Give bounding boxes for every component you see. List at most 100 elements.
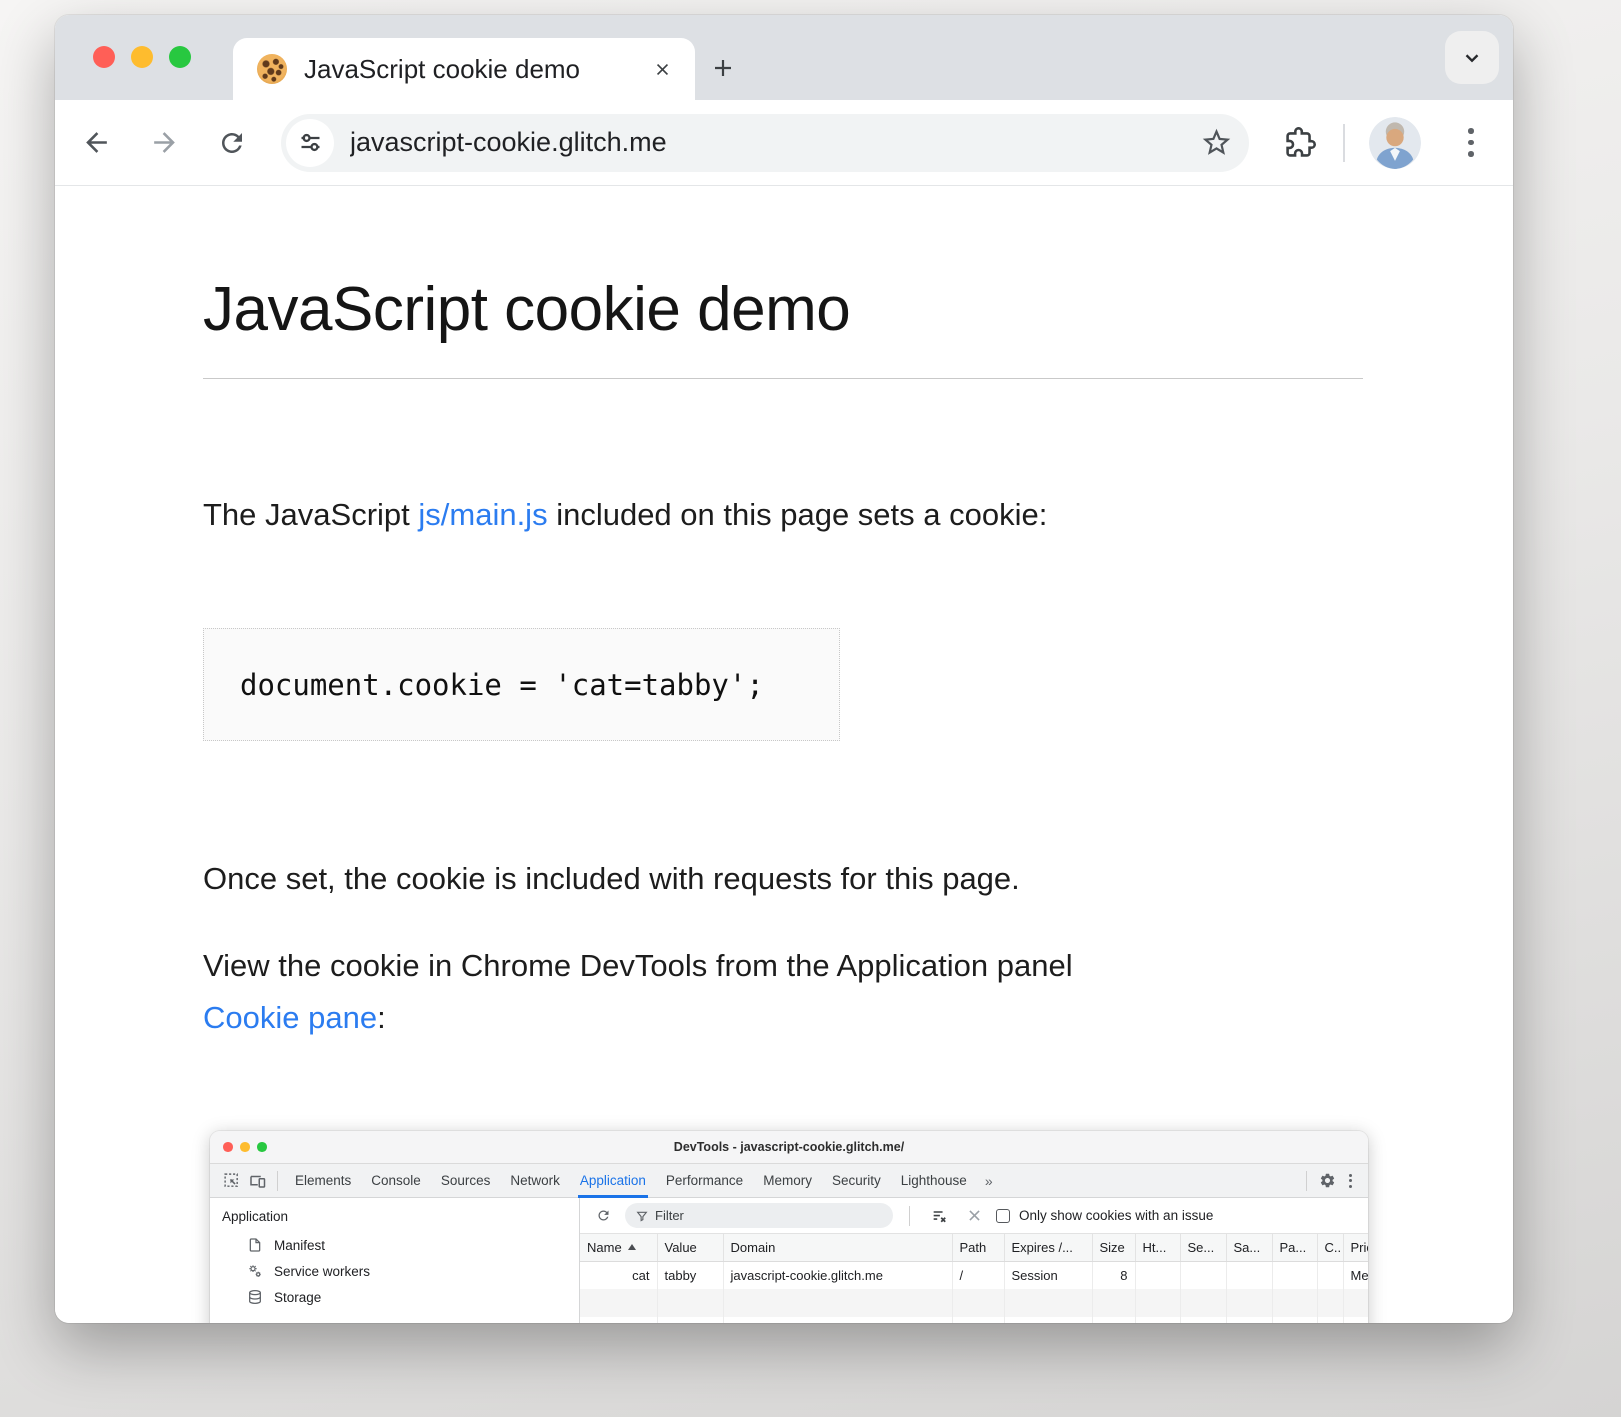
cookies-toolbar: Filter Only show cookies with an issue <box>580 1198 1368 1234</box>
column-header-value: Value <box>657 1234 723 1261</box>
devtools-tab-elements: Elements <box>285 1164 361 1198</box>
cookie-domain-cell: javascript-cookie.glitch.me <box>723 1261 952 1289</box>
sidebar-header-application: Application <box>210 1207 579 1232</box>
intro-text-before: The JavaScript <box>203 497 418 532</box>
main-js-link[interactable]: js/main.js <box>418 497 547 532</box>
plus-icon <box>711 56 735 80</box>
cookie-expires-cell: Session <box>1004 1261 1092 1289</box>
devtools-more-tabs-button: » <box>977 1173 1001 1189</box>
devtools-body: Application Manifest Service workers <box>210 1198 1368 1323</box>
devtools-tab-performance: Performance <box>656 1164 753 1198</box>
toolbar-divider <box>1343 124 1345 162</box>
column-header-path: Path <box>952 1234 1004 1261</box>
browser-toolbar: javascript-cookie.glitch.me <box>55 100 1513 185</box>
column-header-partition: Pa... <box>1272 1234 1317 1261</box>
clear-filter-icon <box>931 1208 947 1224</box>
puzzle-icon <box>1285 127 1316 158</box>
back-arrow-icon <box>81 127 112 158</box>
inspect-element-button <box>218 1168 244 1194</box>
view-text-after: : <box>377 1000 386 1035</box>
view-cookie-paragraph: View the cookie in Chrome DevTools from … <box>203 940 1363 1044</box>
clear-filter-button <box>926 1203 952 1229</box>
database-icon <box>247 1289 263 1305</box>
back-button[interactable] <box>73 120 119 166</box>
minimize-window-button[interactable] <box>131 46 153 68</box>
column-header-secure: Se... <box>1180 1234 1226 1261</box>
extensions-button[interactable] <box>1277 120 1323 166</box>
devtools-titlebar: DevTools - javascript-cookie.glitch.me/ <box>210 1131 1368 1164</box>
devtools-tab-sources: Sources <box>431 1164 501 1198</box>
browser-menu-button[interactable] <box>1451 128 1491 157</box>
tab-search-button[interactable] <box>1445 31 1499 84</box>
forward-arrow-icon <box>149 127 180 158</box>
document-icon <box>247 1237 263 1253</box>
sidebar-item-manifest: Manifest <box>210 1232 579 1258</box>
page-content: JavaScript cookie demo The JavaScript js… <box>55 185 1513 1323</box>
reload-icon <box>217 128 247 158</box>
tab-strip: JavaScript cookie demo <box>55 15 1513 100</box>
cookie-pane-link[interactable]: Cookie pane <box>203 1000 377 1035</box>
column-header-size: Size <box>1092 1234 1135 1261</box>
column-header-domain: Domain <box>723 1234 952 1261</box>
dot <box>1349 1185 1352 1188</box>
devtools-minimize-button <box>240 1142 250 1152</box>
empty-row <box>580 1317 1368 1323</box>
devtools-menu-button <box>1340 1174 1360 1188</box>
inspect-cursor-icon <box>223 1172 240 1189</box>
dot <box>1468 151 1474 157</box>
cookie-priority-cell: Me... <box>1343 1261 1368 1289</box>
code-text: document.cookie = 'cat=tabby'; <box>240 668 764 702</box>
sidebar-item-service-workers: Service workers <box>210 1258 579 1284</box>
close-window-button[interactable] <box>93 46 115 68</box>
close-icon <box>654 61 671 78</box>
cookies-header-row: Name Value Domain Path Expires /... Size… <box>580 1234 1368 1261</box>
browser-tab[interactable]: JavaScript cookie demo <box>233 38 695 100</box>
reload-button[interactable] <box>209 120 255 166</box>
devtools-divider <box>1306 1171 1307 1191</box>
devtools-close-button <box>223 1142 233 1152</box>
column-header-expires: Expires /... <box>1004 1234 1092 1261</box>
url-bar[interactable]: javascript-cookie.glitch.me <box>281 114 1249 172</box>
cookie-size-cell: 8 <box>1092 1261 1135 1289</box>
intro-paragraph: The JavaScript js/main.js included on th… <box>203 491 1363 539</box>
devtools-title: DevTools - javascript-cookie.glitch.me/ <box>674 1140 904 1154</box>
cookie-favicon-icon <box>257 54 287 84</box>
intro-text-after: included on this page sets a cookie: <box>548 497 1048 532</box>
new-tab-button[interactable] <box>703 48 743 88</box>
star-icon <box>1200 126 1233 159</box>
devtools-tab-console: Console <box>361 1164 431 1198</box>
tab-close-button[interactable] <box>643 50 681 88</box>
devtools-tab-security: Security <box>822 1164 891 1198</box>
window-controls <box>93 46 191 68</box>
site-settings-button[interactable] <box>286 119 334 167</box>
column-header-samesite: Sa... <box>1226 1234 1272 1261</box>
bookmark-button[interactable] <box>1200 126 1233 159</box>
url-input[interactable]: javascript-cookie.glitch.me <box>350 127 1200 158</box>
only-issues-checkbox <box>996 1209 1010 1223</box>
devtools-tab-lighthouse: Lighthouse <box>891 1164 977 1198</box>
gear-icon <box>1319 1172 1336 1189</box>
view-text-before: View the cookie in Chrome DevTools from … <box>203 948 1073 983</box>
dot <box>1468 140 1474 146</box>
forward-button[interactable] <box>141 120 187 166</box>
reload-icon <box>596 1208 611 1223</box>
devtools-window-controls <box>223 1142 267 1152</box>
chevron-down-icon <box>1461 47 1483 69</box>
cookie-value-cell: tabby <box>657 1261 723 1289</box>
column-header-httponly: Ht... <box>1135 1234 1180 1261</box>
sidebar-item-label: Manifest <box>274 1238 325 1253</box>
sidebar-item-storage: Storage <box>210 1284 579 1310</box>
requests-paragraph: Once set, the cookie is included with re… <box>203 855 1363 903</box>
column-label: Name <box>587 1240 622 1255</box>
empty-row <box>580 1289 1368 1317</box>
cookie-samesite-cell <box>1226 1261 1272 1289</box>
service-worker-gears-icon <box>247 1263 263 1279</box>
devtools-sidebar: Application Manifest Service workers <box>210 1198 580 1323</box>
profile-avatar[interactable] <box>1369 117 1421 169</box>
avatar-image <box>1369 117 1421 169</box>
toolbar-divider <box>909 1206 910 1226</box>
only-issues-label: Only show cookies with an issue <box>1019 1208 1213 1223</box>
cookie-path-cell: / <box>952 1261 1004 1289</box>
cookies-reload-button <box>590 1203 616 1229</box>
zoom-window-button[interactable] <box>169 46 191 68</box>
